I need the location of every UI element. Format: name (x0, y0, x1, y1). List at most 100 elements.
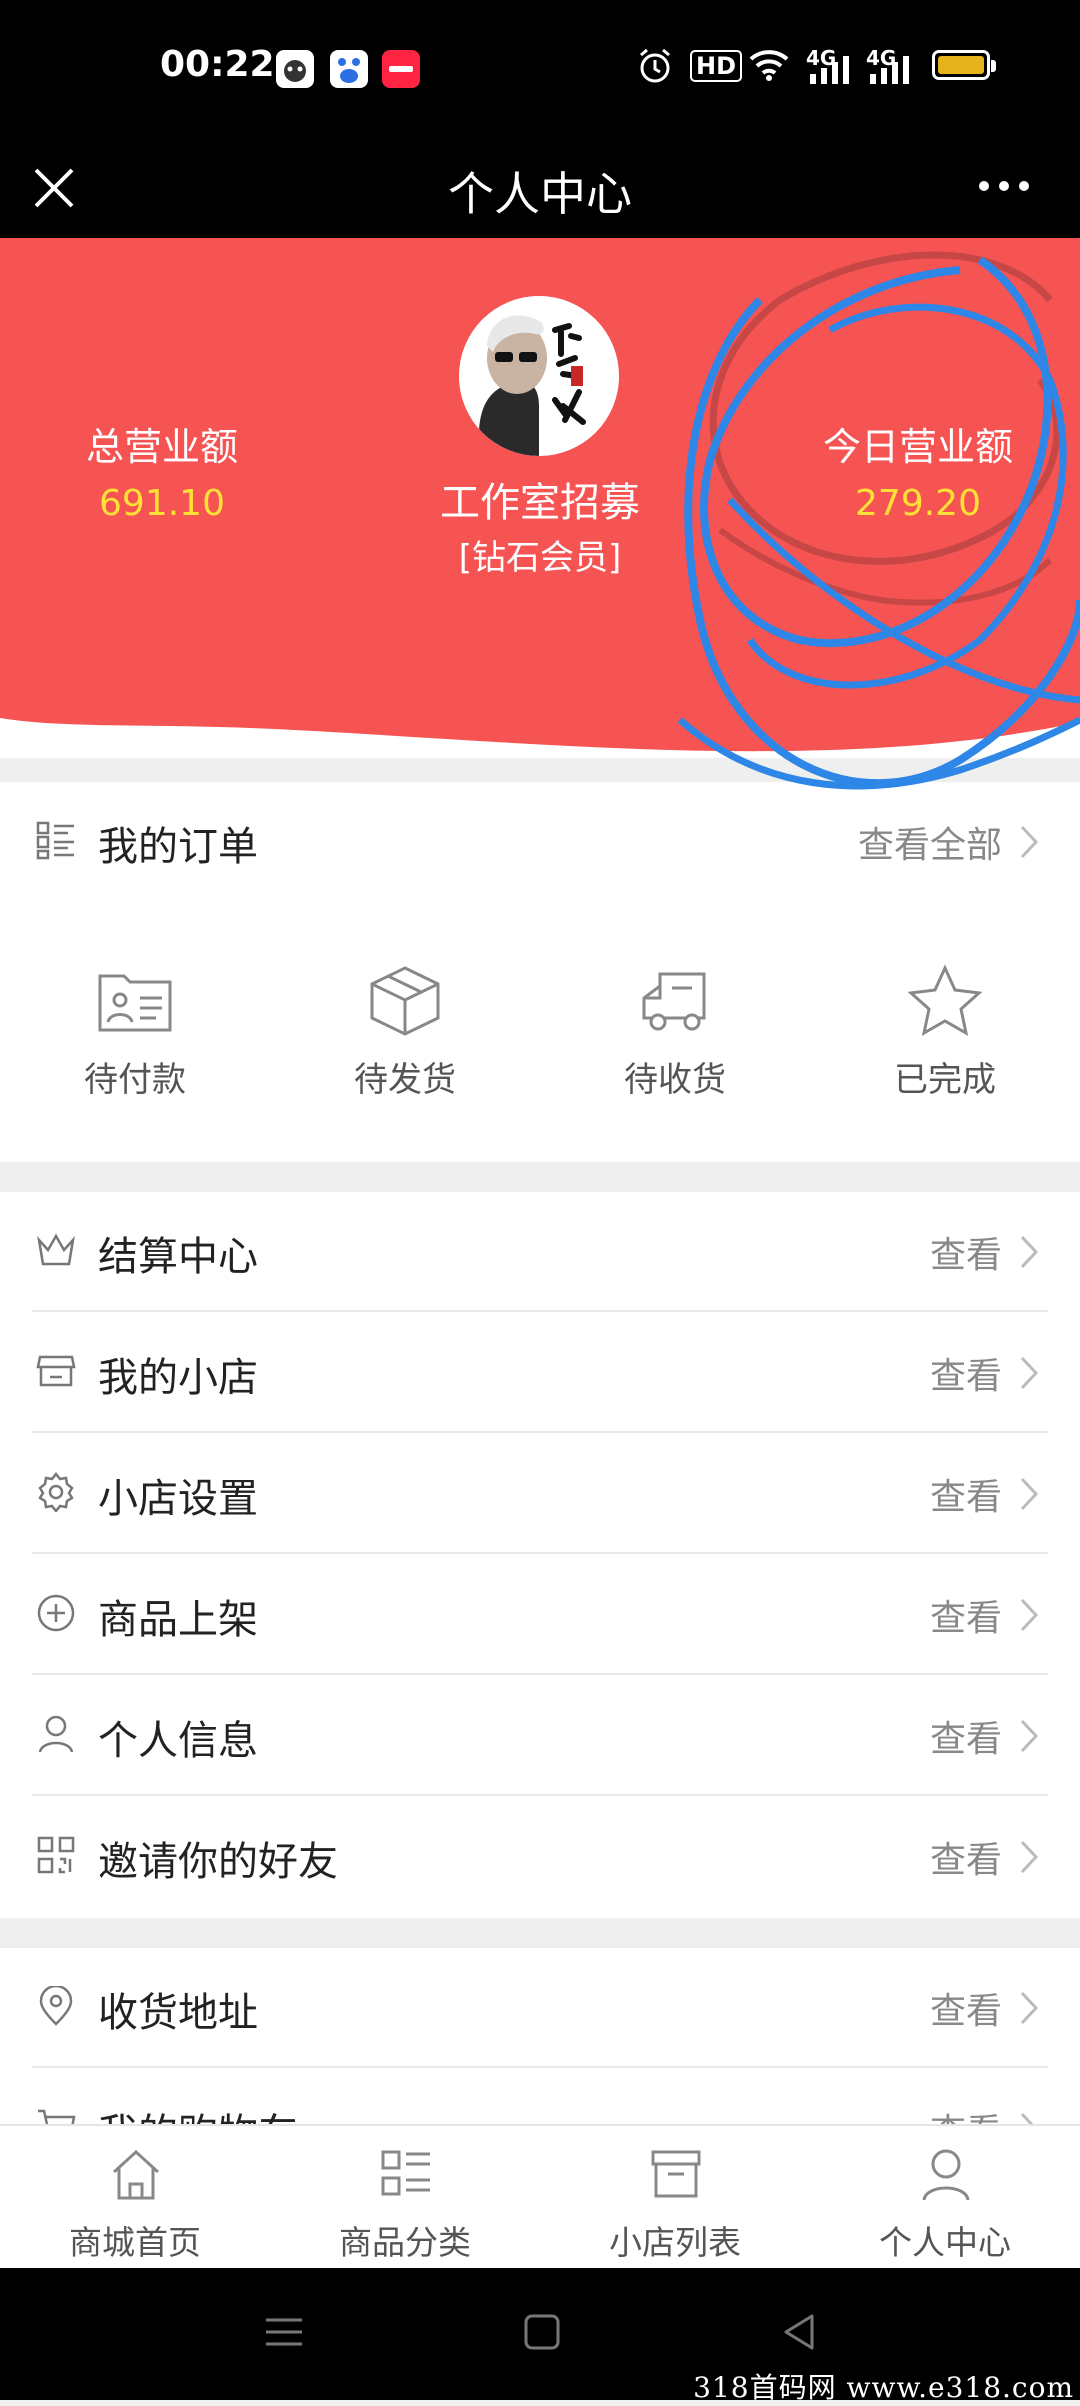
menu-item-label: 个人信息 (98, 1718, 258, 1764)
member-level-badge: [钻石会员] (458, 538, 622, 578)
cart-icon (36, 2107, 76, 2124)
tab-label: 小店列表 (609, 2223, 741, 2262)
menu-item-list-product[interactable]: 商品上架 查看 (0, 1555, 1080, 1675)
menu-item-shipping-address[interactable]: 收货地址 查看 (0, 1948, 1080, 2068)
status-time: 00:22 (160, 44, 275, 85)
signal-icon (808, 56, 854, 88)
alarm-icon (638, 48, 672, 88)
chevron-right-icon (1018, 824, 1040, 860)
order-status-label: 已完成 (894, 1060, 996, 1100)
view-all-orders-link[interactable]: 查看全部 (858, 816, 1002, 868)
total-revenue-label: 总营业额 (85, 425, 238, 469)
menu-card: 结算中心 查看 我的小店 查看 小店设置 查看 商品上架 查看 个人信息 查看 … (0, 1192, 1080, 1918)
chevron-right-icon (1018, 1839, 1040, 1875)
user-icon (920, 2146, 972, 2202)
order-status-label: 待收货 (624, 1060, 726, 1100)
back-icon[interactable] (780, 2312, 820, 2352)
menu-item-action[interactable]: 查看 (930, 2103, 1002, 2124)
order-status-pending-payment[interactable]: 待付款 (0, 912, 270, 1132)
app-icon (276, 50, 314, 88)
order-status-label: 待付款 (84, 1060, 186, 1100)
chevron-right-icon (1018, 1476, 1040, 1512)
menu-item-action[interactable]: 查看 (930, 1710, 1002, 1762)
divider (32, 1310, 1048, 1312)
divider (32, 1794, 1048, 1796)
menu-item-invite-friends[interactable]: 邀请你的好友 查看 (0, 1797, 1080, 1917)
menu-item-shopping-cart[interactable]: 我的购物车 查看 (0, 2069, 1080, 2124)
tab-profile[interactable]: 个人中心 (810, 2126, 1080, 2270)
order-status-completed[interactable]: 已完成 (810, 912, 1080, 1132)
menu-card-2: 收货地址 查看 我的购物车 查看 (0, 1948, 1080, 2124)
watermark: 318首码网 www.e318.com (693, 2371, 1074, 2404)
menu-item-settlement[interactable]: 结算中心 查看 (0, 1192, 1080, 1312)
title-bar: 个人中心 (0, 140, 1080, 238)
menu-item-my-shop[interactable]: 我的小店 查看 (0, 1313, 1080, 1433)
menu-item-action[interactable]: 查看 (930, 1589, 1002, 1641)
xiaohongshu-icon (382, 50, 420, 88)
menu-item-shop-settings[interactable]: 小店设置 查看 (0, 1434, 1080, 1554)
tab-home[interactable]: 商城首页 (0, 2126, 270, 2270)
tab-label: 商城首页 (69, 2223, 201, 2262)
baidu-icon (330, 50, 368, 88)
tab-shop-list[interactable]: 小店列表 (540, 2126, 810, 2270)
menu-item-action[interactable]: 查看 (930, 1831, 1002, 1883)
home-button-icon[interactable] (522, 2312, 562, 2352)
chevron-right-icon (1018, 1355, 1040, 1391)
chevron-right-icon (1018, 1718, 1040, 1754)
signal-icon-2 (868, 56, 914, 88)
chevron-right-icon (1018, 1597, 1040, 1633)
gear-icon (36, 1471, 76, 1514)
order-list-icon (36, 820, 76, 860)
tab-label: 个人中心 (879, 2223, 1011, 2262)
menu-item-action[interactable]: 查看 (930, 1226, 1002, 1278)
today-revenue: 今日营业额 279.20 (768, 416, 1068, 524)
menu-item-label: 我的购物车 (98, 2101, 298, 2124)
person-icon (36, 1714, 76, 1754)
crown-icon (36, 1230, 76, 1270)
battery-icon (932, 50, 996, 80)
category-icon (380, 2146, 432, 2202)
menu-item-personal-info[interactable]: 个人信息 查看 (0, 1676, 1080, 1796)
tab-categories[interactable]: 商品分类 (270, 2126, 540, 2270)
menu-icon[interactable] (264, 2312, 304, 2352)
menu-item-label: 收货地址 (98, 1990, 258, 2036)
menu-item-label: 邀请你的好友 (98, 1839, 338, 1885)
order-status-pending-receipt[interactable]: 待收货 (540, 912, 810, 1132)
star-icon (906, 964, 984, 1036)
package-box-icon (366, 964, 444, 1036)
more-options-icon[interactable] (974, 166, 1034, 206)
order-status-label: 待发货 (354, 1060, 456, 1100)
qr-code-icon (36, 1835, 76, 1875)
payment-card-icon (96, 964, 174, 1036)
shop-icon (36, 1351, 76, 1391)
divider (32, 2066, 1048, 2068)
menu-item-label: 我的小店 (98, 1355, 258, 1401)
delivery-truck-icon (636, 964, 714, 1036)
orders-title: 我的订单 (98, 824, 258, 870)
today-revenue-value: 279.20 (855, 483, 981, 524)
today-revenue-label: 今日营业额 (822, 425, 1013, 469)
bottom-tab-bar: 商城首页 商品分类 小店列表 个人中心 (0, 2124, 1080, 2270)
divider (32, 1673, 1048, 1675)
profile-header: 总营业额 691.10 工作室招募 [钻石会员] 今日营业额 279.20 (0, 238, 1080, 758)
menu-item-label: 结算中心 (98, 1234, 258, 1280)
hd-label: HD (690, 50, 743, 82)
order-status-row: 待付款 待发货 待收货 已完成 (0, 912, 1080, 1132)
orders-header[interactable]: 我的订单 查看全部 (0, 782, 1080, 902)
avatar[interactable] (459, 296, 619, 456)
tab-label: 商品分类 (339, 2223, 471, 2262)
wifi-icon (748, 48, 790, 86)
divider (32, 1552, 1048, 1554)
menu-item-label: 小店设置 (98, 1476, 258, 1522)
chevron-right-icon (1018, 1990, 1040, 2026)
chevron-right-icon (1018, 2111, 1040, 2124)
menu-item-label: 商品上架 (98, 1597, 258, 1643)
menu-item-action[interactable]: 查看 (930, 1982, 1002, 2034)
menu-item-action[interactable]: 查看 (930, 1347, 1002, 1399)
store-box-icon (650, 2146, 702, 2202)
home-icon (110, 2146, 162, 2202)
chevron-right-icon (1018, 1234, 1040, 1270)
menu-item-action[interactable]: 查看 (930, 1468, 1002, 1520)
order-status-pending-shipment[interactable]: 待发货 (270, 912, 540, 1132)
plus-circle-icon (36, 1593, 76, 1633)
